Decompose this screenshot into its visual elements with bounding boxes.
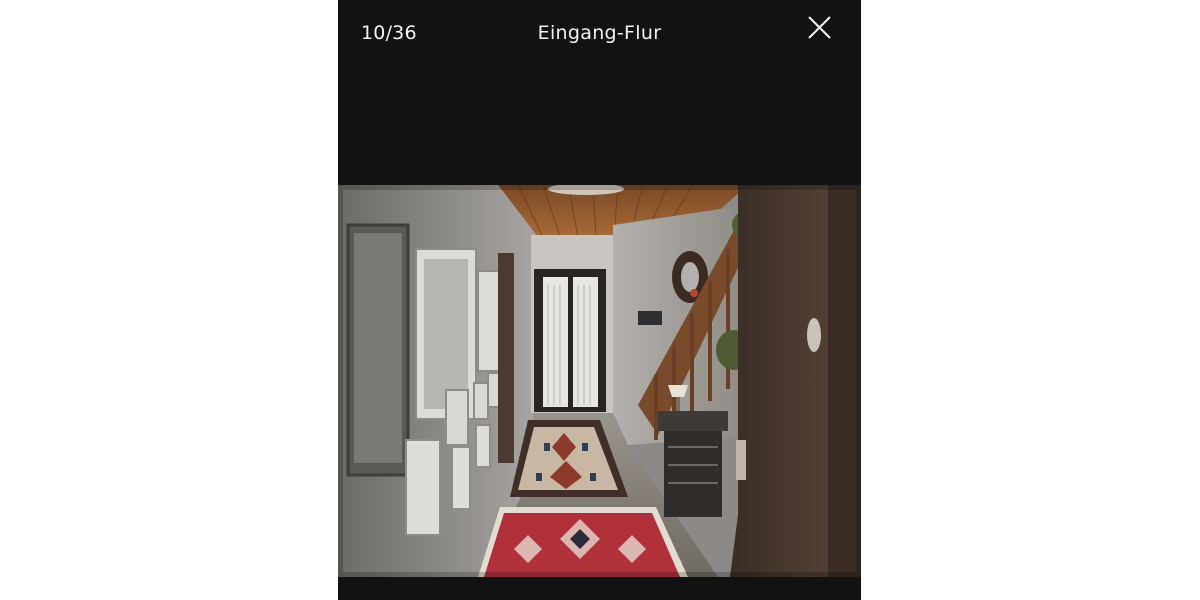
close-icon xyxy=(808,16,831,39)
hallway-photo-image xyxy=(338,185,861,577)
image-viewer: 10/36 Eingang-Flur xyxy=(338,0,861,600)
close-button[interactable] xyxy=(806,14,834,42)
image-title: Eingang-Flur xyxy=(537,22,662,44)
hallway-photo[interactable] xyxy=(338,185,861,577)
